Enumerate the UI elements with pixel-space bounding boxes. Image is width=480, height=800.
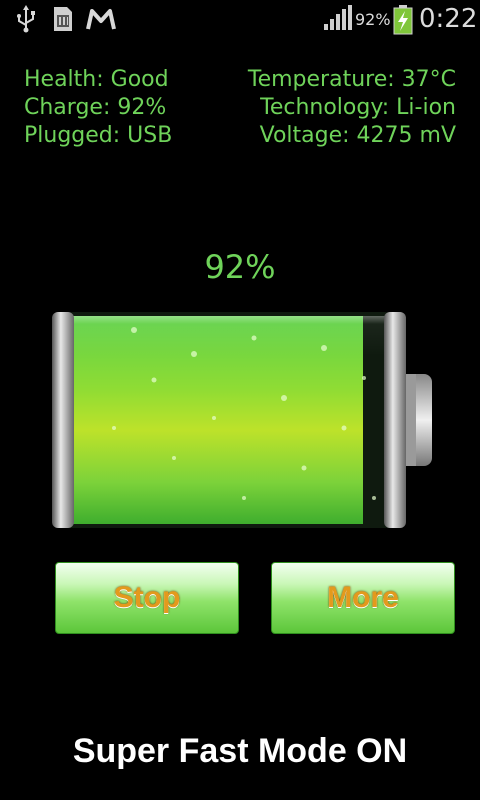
gmail-icon [86, 9, 116, 30]
usb-icon [17, 5, 35, 33]
charge-label: Charge: 92% [24, 95, 167, 120]
battery-percent-label: 92% [204, 248, 276, 286]
temperature-label: Temperature: 37°C [247, 67, 456, 92]
sd-card-icon [54, 7, 72, 31]
status-time: 0:22 [419, 4, 478, 34]
signal-icon [324, 5, 352, 30]
battery-app-screen: 92% 0:22 Health: Good Charge: 92% Plugge… [0, 0, 480, 800]
stop-button[interactable]: Stop [55, 562, 239, 634]
technology-label: Technology: Li-ion [260, 95, 456, 120]
health-label: Health: Good [24, 67, 169, 92]
battery-info-right: Temperature: 37°C Technology: Li-ion Vol… [248, 66, 456, 150]
more-button[interactable]: More [271, 562, 455, 634]
battery-info-left: Health: Good Charge: 92% Plugged: USB [24, 66, 172, 150]
status-battery-percent: 92% [355, 10, 391, 29]
status-bar: 92% 0:22 [0, 0, 480, 38]
battery-graphic [52, 312, 432, 528]
voltage-label: Voltage: 4275 mV [259, 123, 456, 148]
battery-charging-icon [393, 5, 413, 35]
plugged-label: Plugged: USB [24, 123, 173, 148]
mode-status-text: Super Fast Mode ON [72, 732, 408, 770]
